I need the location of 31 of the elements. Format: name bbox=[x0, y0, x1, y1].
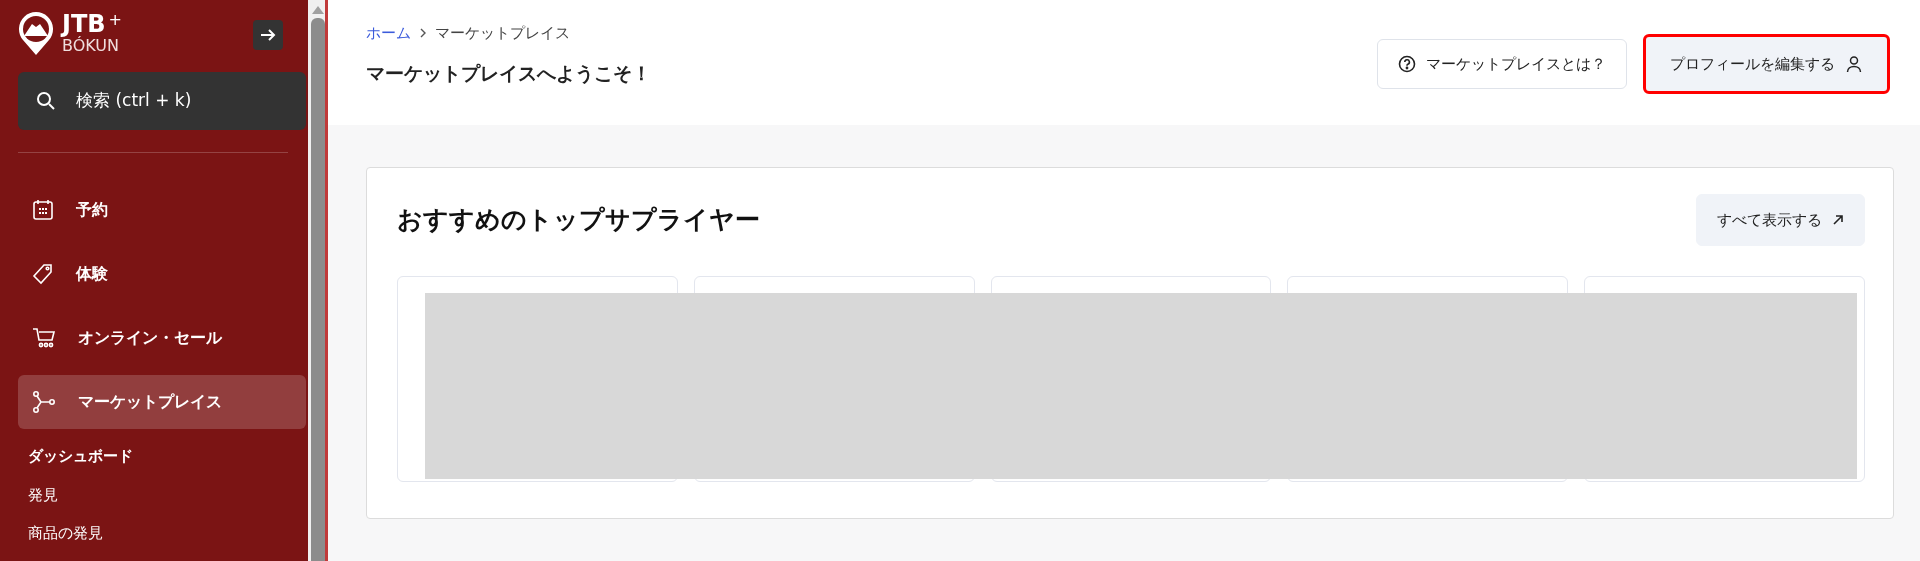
edit-profile-button[interactable]: プロフィールを編集する bbox=[1643, 34, 1890, 94]
sub-nav-item[interactable]: 商品の発見 bbox=[14, 516, 117, 555]
nav-item[interactable]: 体験 bbox=[18, 247, 306, 301]
mountain-pin-icon bbox=[18, 12, 54, 56]
breadcrumb-link[interactable]: ホーム bbox=[366, 22, 411, 45]
search-icon bbox=[36, 91, 56, 111]
brand-subtitle: BÓKUN bbox=[62, 36, 121, 56]
page-title: マーケットプレイスへようこそ！ bbox=[366, 60, 651, 86]
user-icon bbox=[1845, 55, 1863, 73]
help-icon bbox=[1398, 55, 1416, 73]
collapse-button[interactable] bbox=[253, 20, 283, 50]
section-title: おすすめのトップサプライヤー bbox=[397, 204, 760, 237]
search-field[interactable]: 検索 (ctrl + k) bbox=[18, 72, 306, 130]
nav-item[interactable]: 予約 bbox=[18, 183, 306, 237]
plus-sign: + bbox=[108, 12, 122, 29]
cart-icon bbox=[32, 327, 56, 349]
sub-nav-item[interactable]: 発見 bbox=[14, 477, 72, 516]
network-icon bbox=[32, 391, 56, 413]
tag-icon bbox=[32, 263, 54, 285]
arrow-right-icon bbox=[260, 28, 276, 42]
breadcrumb-current: マーケットプレイス bbox=[435, 23, 570, 44]
calendar-icon bbox=[32, 199, 54, 221]
arrow-icon bbox=[1832, 214, 1844, 226]
nav-item[interactable]: マーケットプレイス bbox=[18, 375, 306, 429]
brand-name: JTB bbox=[62, 12, 106, 37]
scrollbar[interactable] bbox=[308, 0, 328, 561]
chevron-icon bbox=[419, 28, 427, 39]
view-all-button[interactable]: すべて表示する bbox=[1696, 194, 1865, 246]
sub-nav-item[interactable]: ダッシュボード bbox=[14, 439, 147, 478]
help-button[interactable]: マーケットプレイスとは？ bbox=[1377, 39, 1627, 89]
nav-item[interactable]: オンライン・セール bbox=[18, 311, 306, 365]
